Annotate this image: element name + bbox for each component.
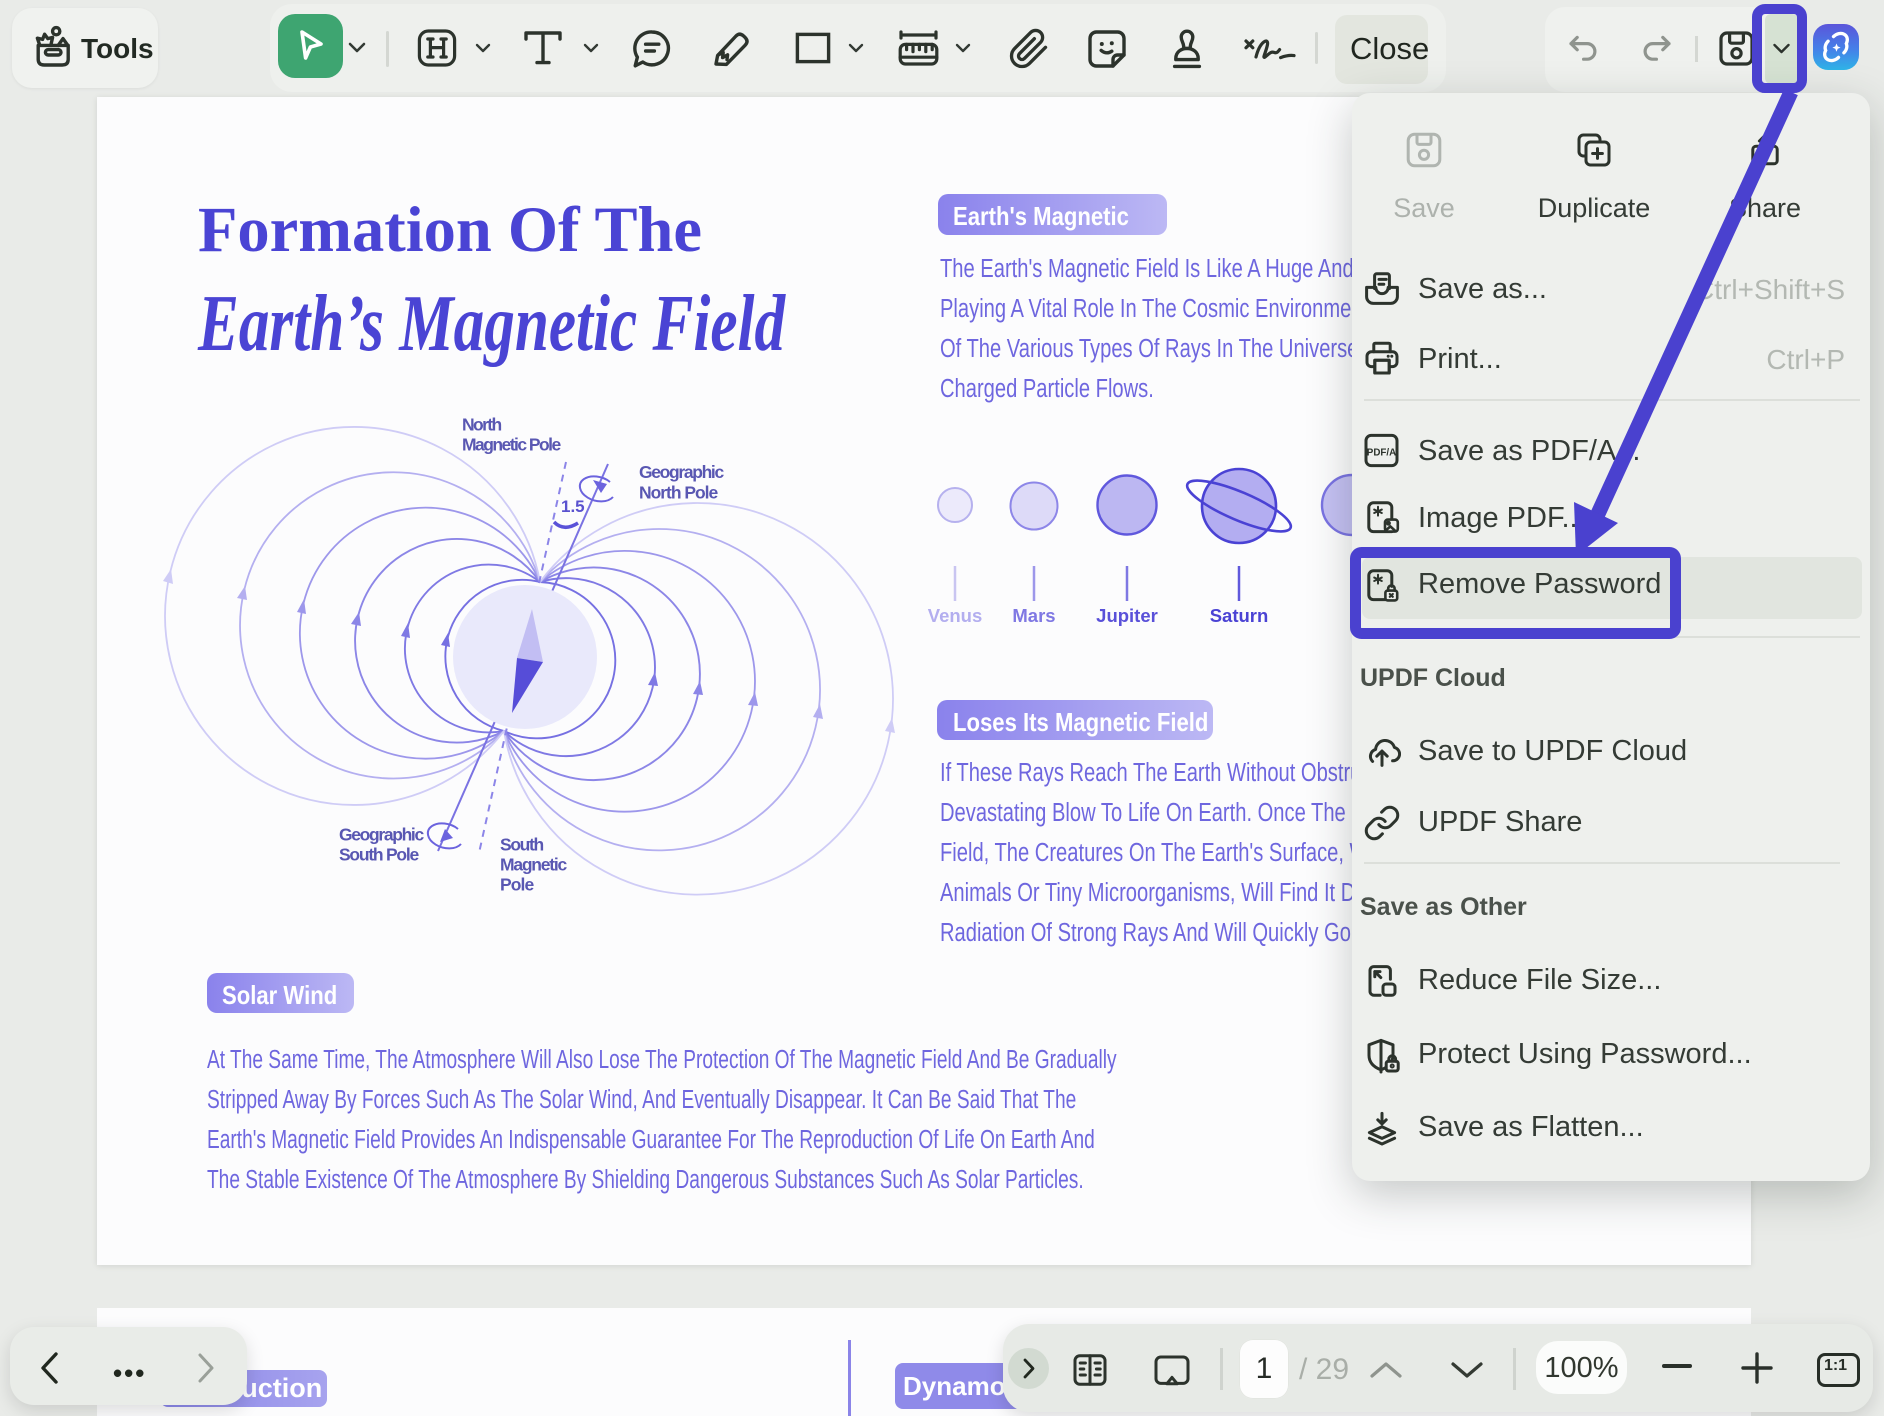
svg-text:Geographic: Geographic	[339, 825, 424, 845]
svg-text:Geographic: Geographic	[639, 462, 724, 482]
svg-text:Magnetic Pole: Magnetic Pole	[462, 435, 561, 455]
svg-text:Pole: Pole	[500, 875, 534, 895]
svg-text:North: North	[462, 415, 502, 435]
svg-text:1.5: 1.5	[561, 497, 585, 516]
svg-text:Venus: Venus	[928, 605, 983, 626]
svg-text:Jupiter: Jupiter	[1096, 605, 1158, 626]
svg-text:Magnetic: Magnetic	[500, 855, 567, 875]
svg-text:Saturn: Saturn	[1210, 605, 1269, 626]
svg-text:North Pole: North Pole	[639, 483, 718, 503]
svg-text:PDF/A: PDF/A	[1367, 447, 1396, 458]
svg-text:South Pole: South Pole	[339, 845, 419, 865]
svg-text:Mars: Mars	[1012, 605, 1055, 626]
svg-text:South: South	[500, 835, 544, 855]
